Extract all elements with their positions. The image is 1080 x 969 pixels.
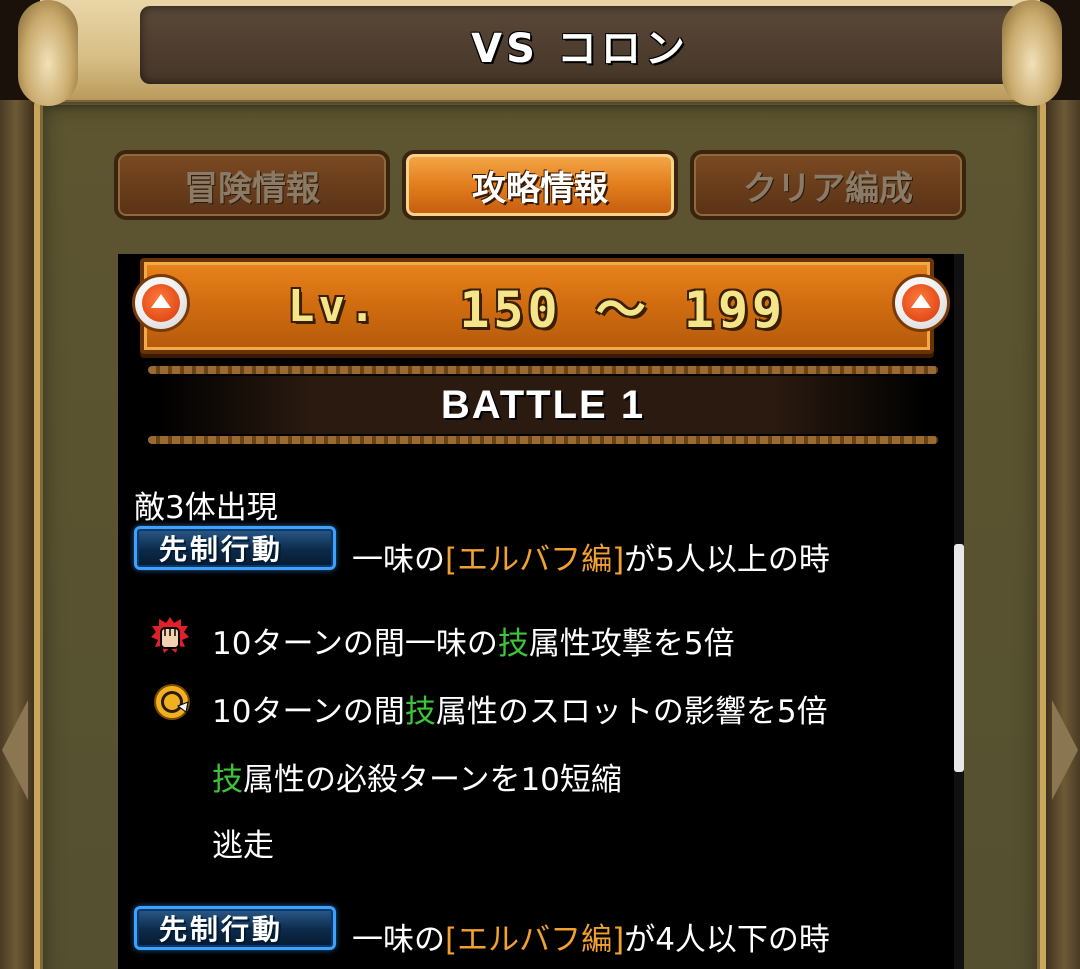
fist-attack-icon (151, 617, 189, 653)
level-up-button-left[interactable] (132, 274, 190, 332)
level-range-banner: Lv. 150 ～ 199 (140, 258, 934, 354)
tab-strategy-info[interactable]: 攻略情報 (402, 150, 678, 220)
scroll-end-left-icon (18, 0, 78, 106)
effect-row-3: 技属性の必殺ターンを10短縮 (212, 754, 622, 799)
strategy-content[interactable]: Lv. 150 ～ 199 BATTLE 1 敵3体出現 先制行動 一味の[エル… (118, 254, 964, 969)
scroll-end-right-icon (1002, 0, 1062, 106)
condition-tag: [エルバフ編] (445, 542, 625, 578)
effect-text: 逃走 (212, 828, 274, 864)
effect-text: 属性のスロットの影響を5倍 (435, 694, 828, 730)
scrollbar-thumb[interactable] (954, 544, 964, 772)
condition-pre: 一味の (352, 922, 445, 958)
game-screen: VS コロン 冒険情報 攻略情報 クリア編成 Lv. 150 ～ 199 BAT… (0, 0, 1080, 969)
rope-divider-bottom (148, 436, 938, 444)
effect-row-4: 逃走 (212, 820, 274, 865)
up-arrow-icon (142, 284, 180, 322)
effect-text: 属性攻撃を5倍 (528, 626, 735, 662)
page-title: VS コロン (471, 26, 689, 72)
right-border-decoration (1040, 100, 1080, 969)
battle-title: BATTLE 1 (440, 382, 646, 427)
tab-clear-team[interactable]: クリア編成 (690, 150, 966, 220)
effect-row-1: 10ターンの間一味の技属性攻撃を5倍 (212, 618, 735, 663)
effect-row-2: 10ターンの間技属性のスロットの影響を5倍 (212, 686, 828, 731)
enemy-appear-text: 敵3体出現 (134, 490, 278, 526)
title-bar: VS コロン (140, 6, 1020, 84)
level-prefix: Lv. (287, 280, 380, 332)
effect-text: 属性の必殺ターンを10短縮 (243, 762, 622, 798)
tab-adventure-info[interactable]: 冒険情報 (114, 150, 390, 220)
condition-text: 一味の[エルバフ編]が4人以下の時 (352, 914, 830, 959)
effect-attribute: 技 (212, 762, 243, 798)
effect-text: 10ターンの間一味の (212, 626, 498, 662)
slot-boost-icon (154, 684, 190, 720)
effect-attribute: 技 (404, 694, 436, 730)
prev-arrow-icon[interactable] (2, 700, 28, 800)
title-scroll: VS コロン (40, 0, 1040, 100)
preemptive-action-badge: 先制行動 (134, 906, 336, 950)
next-arrow-icon[interactable] (1052, 700, 1078, 800)
condition-post: が4人以下の時 (624, 922, 830, 958)
condition-post: が5人以上の時 (624, 542, 830, 578)
effect-text: 10ターンの間 (212, 694, 405, 730)
preemptive-action-badge: 先制行動 (134, 526, 336, 570)
condition-pre: 一味の (352, 542, 445, 578)
level-up-button-right[interactable] (892, 274, 950, 332)
effect-attribute: 技 (497, 626, 529, 662)
up-arrow-icon (902, 284, 940, 322)
level-range: 150 ～ 199 (459, 281, 787, 339)
condition-tag: [エルバフ編] (445, 922, 625, 958)
condition-text: 一味の[エルバフ編]が5人以上の時 (352, 534, 830, 579)
rope-divider-top (148, 366, 938, 374)
battle-header: BATTLE 1 (158, 376, 928, 434)
